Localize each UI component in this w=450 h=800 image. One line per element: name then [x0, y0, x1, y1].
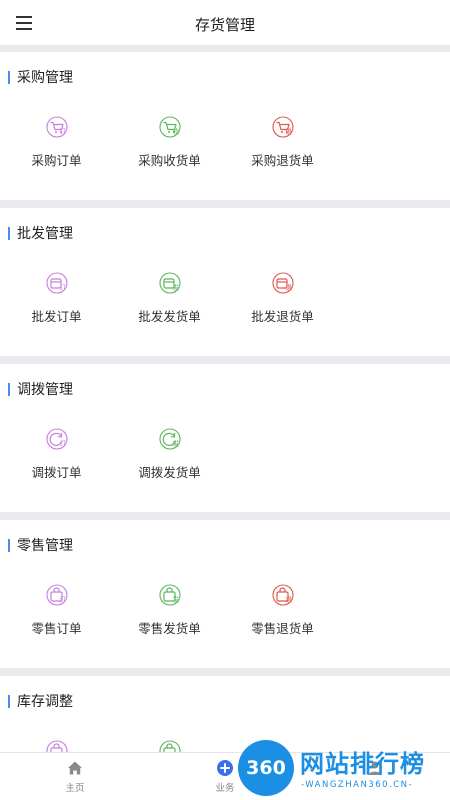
icon-badge-text: 发 [172, 283, 179, 292]
menu-item-label: 批发订单 [31, 309, 82, 324]
wholesale-return-icon: 退 [271, 272, 294, 294]
menu-item-label: 批发发货单 [138, 309, 201, 324]
icon-badge-text: 订 [59, 596, 66, 604]
section-accent-bar [8, 538, 10, 552]
icon-badge-text: 退 [285, 127, 292, 136]
cart-receive-icon: 收 [158, 116, 181, 138]
tab-home[interactable]: 主页 [45, 759, 105, 794]
retail-return-icon: 退 [271, 584, 294, 606]
menu-item-retail-return[interactable]: 退 零售退货单 [226, 584, 339, 637]
menu-item-wholesale-shipment[interactable]: 发 批发发货单 [113, 272, 226, 325]
transfer-ship-icon: 发 [158, 428, 181, 450]
menu-item-wholesale-return[interactable]: 退 批发退货单 [226, 272, 339, 325]
section-accent-bar [8, 694, 10, 708]
section-header: 调拨管理 [0, 380, 73, 398]
icon-badge-text: 退 [285, 283, 292, 292]
tab-label: 业务 [215, 783, 235, 794]
watermark: 360 网站排行榜 -WANGZHAN360.CN- [238, 738, 450, 800]
menu-item-label: 采购退货单 [251, 153, 314, 168]
watermark-title: 网站排行榜 [300, 750, 425, 778]
section-accent-bar [8, 226, 10, 240]
section-wholesale: 批发管理 订 批发订单 发 批发发货单 退 批发退货单 [0, 208, 450, 356]
watermark-logo: 360 [238, 740, 294, 796]
menu-item-stock-adjust[interactable] [113, 740, 226, 752]
menu-item-retail-shipment[interactable]: 发 零售发货单 [113, 584, 226, 637]
page-title: 存货管理 [194, 16, 255, 34]
menu-item-retail-order[interactable]: 订 零售订单 [0, 584, 113, 637]
retail-order-icon: 订 [45, 584, 68, 606]
icon-badge-text: 收 [172, 127, 179, 136]
section-accent-bar [8, 382, 10, 396]
icon-badge-text: 订 [59, 128, 66, 136]
section-header: 批发管理 [0, 224, 73, 242]
menu-item-label: 零售发货单 [138, 621, 201, 636]
section-title: 采购管理 [17, 70, 73, 86]
menu-item-wholesale-order[interactable]: 订 批发订单 [0, 272, 113, 325]
section-title: 调拨管理 [17, 382, 73, 398]
menu-item-purchase-order[interactable]: 订 采购订单 [0, 116, 113, 169]
menu-item-label: 零售订单 [31, 621, 82, 636]
menu-item-label: 采购订单 [31, 153, 82, 168]
cart-return-icon: 退 [271, 116, 294, 138]
tab-label: 主页 [65, 783, 85, 794]
menu-item-label: 采购收货单 [138, 153, 201, 168]
cart-order-icon: 订 [45, 116, 68, 138]
menu-item-transfer-order[interactable]: 订 调拨订单 [0, 428, 113, 481]
wholesale-ship-icon: 发 [158, 272, 181, 294]
section-transfer: 调拨管理 订 调拨订单 发 调拨发货单 [0, 364, 450, 512]
menu-item-purchase-receipt[interactable]: 收 采购收货单 [113, 116, 226, 169]
section-header: 库存调整 [0, 692, 73, 710]
section-header: 零售管理 [0, 536, 73, 554]
icon-badge-text: 发 [172, 595, 179, 604]
section-title: 库存调整 [17, 694, 73, 710]
section-header: 采购管理 [0, 68, 73, 86]
icon-badge-text: 发 [172, 439, 179, 448]
icon-badge-text: 退 [285, 595, 292, 604]
home-icon [68, 761, 82, 775]
section-accent-bar [8, 70, 10, 84]
section-title: 零售管理 [17, 538, 73, 554]
menu-item-label: 批发退货单 [251, 309, 314, 324]
menu-item-stock-adjust[interactable] [0, 740, 113, 752]
section-purchase: 采购管理 订 采购订单 收 采购收货单 退 采购退货单 [0, 52, 450, 200]
top-app-bar: 存货管理 [0, 0, 450, 46]
menu-item-transfer-shipment[interactable]: 发 调拨发货单 [113, 428, 226, 481]
wholesale-order-icon: 订 [45, 272, 68, 294]
menu-item-label: 调拨发货单 [138, 465, 201, 480]
watermark-subtitle: -WANGZHAN360.CN- [301, 780, 414, 790]
section-retail: 零售管理 订 零售订单 发 零售发货单 退 零售退货单 [0, 520, 450, 668]
transfer-order-icon: 订 [45, 428, 68, 450]
menu-item-label: 调拨订单 [31, 465, 82, 480]
retail-ship-icon: 发 [158, 584, 181, 606]
icon-badge-text: 订 [59, 284, 66, 292]
icon-badge-text: 订 [59, 440, 66, 448]
menu-item-purchase-return[interactable]: 退 采购退货单 [226, 116, 339, 169]
menu-item-label: 零售退货单 [251, 621, 314, 636]
plus-circle-icon [217, 760, 233, 776]
stock-adjust-icon [158, 740, 181, 752]
section-title: 批发管理 [17, 226, 73, 242]
stock-adjust-icon [45, 740, 68, 752]
main-content[interactable]: 采购管理 订 采购订单 收 采购收货单 退 采购退货单 批发管理 订 批发订单 … [0, 46, 450, 752]
